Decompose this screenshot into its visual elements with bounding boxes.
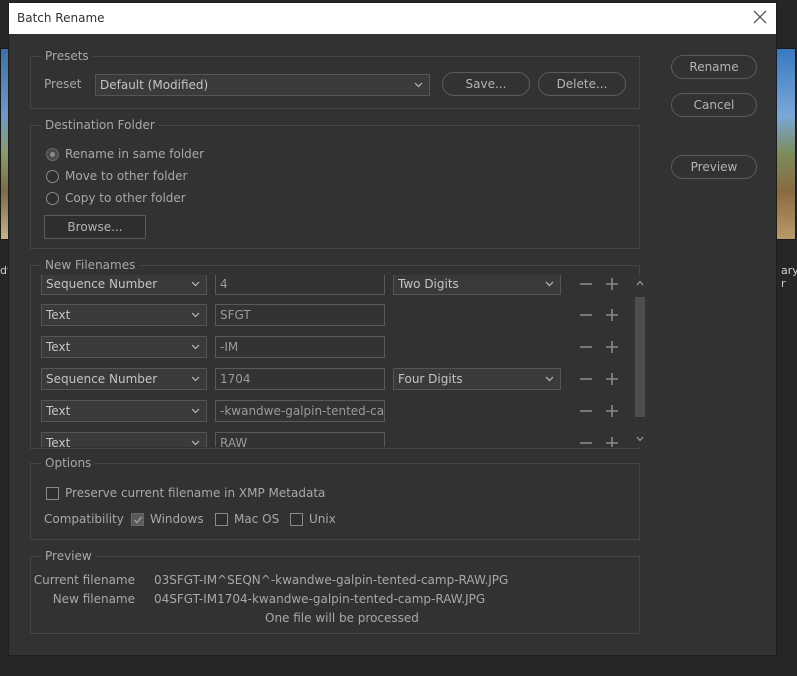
row-type-value: Sequence Number bbox=[46, 277, 158, 291]
filename-rows: Sequence Number 4 Two Digits Text SFGT T… bbox=[41, 275, 637, 447]
row-value-field[interactable]: 1704 bbox=[215, 368, 385, 390]
dialog-title: Batch Rename bbox=[17, 11, 105, 25]
row-value-field[interactable]: -kwandwe-galpin-tented-camp bbox=[215, 400, 385, 422]
preview-group: Preview Current filename 03SFGT-IM^SEQN^… bbox=[30, 549, 640, 634]
thumbnail-image-right[interactable] bbox=[776, 48, 796, 240]
minus-icon[interactable] bbox=[579, 340, 593, 354]
plus-icon[interactable] bbox=[605, 340, 619, 354]
row-type-value: Text bbox=[46, 340, 71, 354]
filenames-scrollbar[interactable] bbox=[633, 275, 647, 447]
row-type-value: Text bbox=[46, 404, 71, 418]
row-value-field[interactable]: SFGT bbox=[215, 304, 385, 326]
delete-preset-button[interactable]: Delete... bbox=[538, 72, 626, 96]
new-filenames-legend: New Filenames bbox=[41, 258, 140, 272]
filename-row: Text -IM bbox=[41, 336, 637, 358]
browse-button[interactable]: Browse... bbox=[44, 215, 146, 239]
options-legend: Options bbox=[41, 456, 96, 470]
windows-label[interactable]: Windows bbox=[150, 512, 204, 526]
compatibility-label: Compatibility bbox=[44, 512, 124, 526]
row-digits-dropdown[interactable]: Four Digits bbox=[393, 368, 561, 390]
row-type-value: Text bbox=[46, 308, 71, 322]
row-type-dropdown[interactable]: Sequence Number bbox=[41, 368, 207, 390]
minus-icon[interactable] bbox=[579, 436, 593, 447]
new-filename-label: New filename bbox=[52, 592, 135, 606]
new-filename-value: 04SFGT-IM1704-kwandwe-galpin-tented-camp… bbox=[154, 592, 486, 606]
options-group: Options Preserve current filename in XMP… bbox=[30, 456, 640, 540]
row-value-field[interactable]: 4 bbox=[215, 275, 385, 295]
filename-row: Sequence Number 4 Two Digits bbox=[41, 275, 637, 295]
chevron-down-icon bbox=[191, 344, 200, 350]
macos-label[interactable]: Mac OS bbox=[234, 512, 279, 526]
minus-icon[interactable] bbox=[579, 277, 593, 291]
preset-dropdown[interactable]: Default (Modified) bbox=[95, 74, 430, 96]
copy-other-folder-radio[interactable] bbox=[46, 192, 59, 205]
chevron-down-icon bbox=[191, 281, 200, 287]
destination-folder-group: Destination Folder Rename in same folder… bbox=[30, 118, 640, 249]
rename-button[interactable]: Rename bbox=[671, 55, 757, 79]
chevron-down-icon bbox=[191, 440, 200, 446]
filename-row: Sequence Number 1704 Four Digits bbox=[41, 368, 637, 390]
macos-checkbox[interactable] bbox=[215, 513, 228, 526]
thumbnail-caption-right: ary-r bbox=[781, 264, 797, 290]
minus-icon[interactable] bbox=[579, 372, 593, 386]
files-processed-summary: One file will be processed bbox=[265, 611, 419, 625]
plus-icon[interactable] bbox=[605, 277, 619, 291]
save-preset-button[interactable]: Save... bbox=[442, 72, 530, 96]
unix-checkbox[interactable] bbox=[290, 513, 303, 526]
rename-same-folder-radio[interactable] bbox=[46, 148, 59, 161]
windows-checkbox[interactable] bbox=[131, 513, 144, 526]
row-type-value: Sequence Number bbox=[46, 372, 158, 386]
preview-legend: Preview bbox=[41, 549, 96, 563]
scroll-up-icon[interactable] bbox=[636, 280, 644, 286]
batch-rename-dialog: Batch Rename Rename Cancel Preview Prese… bbox=[8, 2, 777, 656]
chevron-down-icon bbox=[545, 281, 554, 287]
copy-other-folder-label[interactable]: Copy to other folder bbox=[65, 191, 186, 205]
plus-icon[interactable] bbox=[605, 308, 619, 322]
move-other-folder-label[interactable]: Move to other folder bbox=[65, 169, 187, 183]
presets-group: Presets Preset Default (Modified) Save..… bbox=[30, 49, 640, 109]
plus-icon[interactable] bbox=[605, 436, 619, 447]
chevron-down-icon bbox=[191, 408, 200, 414]
row-type-dropdown[interactable]: Text bbox=[41, 336, 207, 358]
move-other-folder-radio[interactable] bbox=[46, 170, 59, 183]
current-filename-value: 03SFGT-IM^SEQN^-kwandwe-galpin-tented-ca… bbox=[154, 573, 509, 587]
chevron-down-icon bbox=[545, 376, 554, 382]
preset-label: Preset bbox=[44, 77, 82, 91]
chevron-down-icon bbox=[191, 376, 200, 382]
minus-icon[interactable] bbox=[579, 308, 593, 322]
row-digits-dropdown[interactable]: Two Digits bbox=[393, 275, 561, 295]
scrollbar-thumb[interactable] bbox=[635, 297, 645, 417]
minus-icon[interactable] bbox=[579, 404, 593, 418]
filename-row: Text SFGT bbox=[41, 304, 637, 326]
row-type-dropdown[interactable]: Text bbox=[41, 432, 207, 447]
preset-dropdown-value: Default (Modified) bbox=[100, 78, 209, 92]
row-type-dropdown[interactable]: Text bbox=[41, 304, 207, 326]
row-type-dropdown[interactable]: Sequence Number bbox=[41, 275, 207, 295]
plus-icon[interactable] bbox=[605, 372, 619, 386]
row-type-dropdown[interactable]: Text bbox=[41, 400, 207, 422]
destination-legend: Destination Folder bbox=[41, 118, 159, 132]
row-type-value: Text bbox=[46, 436, 71, 447]
unix-label[interactable]: Unix bbox=[309, 512, 336, 526]
row-value-field[interactable]: RAW bbox=[215, 432, 385, 447]
row-digits-value: Two Digits bbox=[398, 277, 459, 291]
current-filename-label: Current filename bbox=[33, 573, 135, 587]
row-digits-value: Four Digits bbox=[398, 372, 463, 386]
checkmark-icon bbox=[133, 516, 143, 524]
plus-icon[interactable] bbox=[605, 404, 619, 418]
close-icon[interactable] bbox=[752, 9, 768, 25]
rename-same-folder-label[interactable]: Rename in same folder bbox=[65, 147, 204, 161]
row-value-field[interactable]: -IM bbox=[215, 336, 385, 358]
preserve-filename-label[interactable]: Preserve current filename in XMP Metadat… bbox=[65, 486, 325, 500]
scroll-down-icon[interactable] bbox=[636, 436, 644, 442]
title-bar: Batch Rename bbox=[9, 3, 776, 34]
filename-row: Text -kwandwe-galpin-tented-camp bbox=[41, 400, 637, 422]
preview-button[interactable]: Preview bbox=[671, 155, 757, 179]
cancel-button[interactable]: Cancel bbox=[671, 93, 757, 117]
chevron-down-icon bbox=[414, 82, 423, 88]
chevron-down-icon bbox=[191, 312, 200, 318]
preserve-filename-checkbox[interactable] bbox=[46, 487, 59, 500]
filename-row: Text RAW bbox=[41, 432, 637, 447]
presets-legend: Presets bbox=[41, 49, 93, 63]
